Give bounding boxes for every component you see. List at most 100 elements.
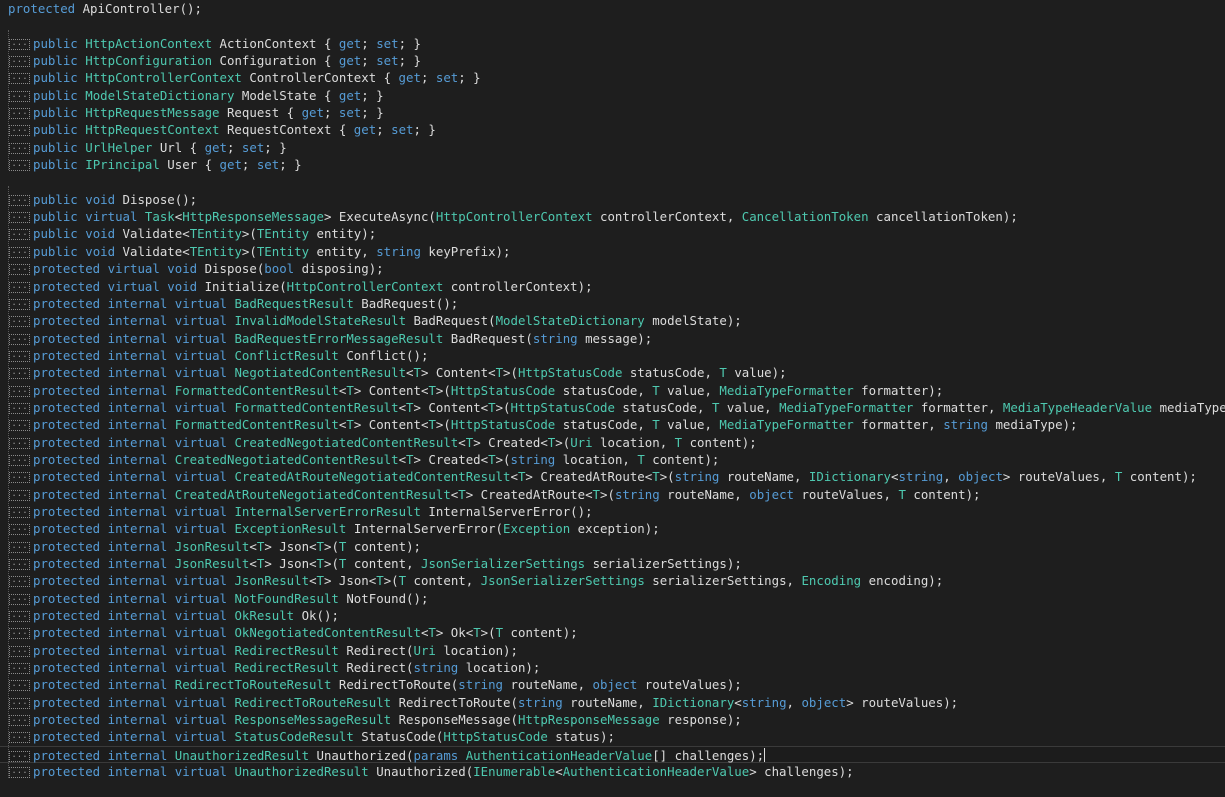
code-line[interactable]: ... protected virtual void Initialize(Htt… [0, 278, 1225, 295]
collapsed-fold-marker[interactable]: ... [9, 663, 30, 675]
code-line[interactable]: ... protected internal virtual OkNegotiat… [0, 624, 1225, 641]
keyword-token: set [435, 70, 459, 86]
collapsed-fold-marker[interactable]: ... [9, 420, 30, 432]
collapsed-fold-marker[interactable]: ... [9, 732, 30, 744]
code-line[interactable]: ... protected internal virtual Negotiated… [0, 364, 1225, 381]
text-token: entity); [309, 226, 377, 242]
blank-line[interactable] [0, 17, 1225, 34]
code-line[interactable]: ... protected internal virtual NotFoundRe… [0, 590, 1225, 607]
code-line[interactable]: ... protected internal virtual ExceptionR… [0, 520, 1225, 537]
code-line[interactable]: ... public UrlHelper Url { get; set; } [0, 139, 1225, 156]
code-line[interactable]: ... public void Validate<TEntity>(TEntity… [0, 225, 1225, 242]
collapsed-fold-marker[interactable]: ... [9, 125, 30, 137]
collapsed-fold-marker[interactable]: ... [9, 246, 30, 258]
collapsed-fold-marker[interactable]: ... [9, 559, 30, 570]
collapsed-fold-marker[interactable]: ... [9, 194, 30, 206]
code-line[interactable]: ... protected internal JsonResult< T> Json… [0, 555, 1225, 572]
collapsed-fold-marker[interactable]: ... [9, 697, 30, 709]
collapsed-fold-marker[interactable]: ... [9, 368, 30, 380]
collapsed-fold-marker[interactable]: ... [9, 593, 30, 605]
collapsed-fold-marker[interactable]: ... [9, 402, 30, 414]
collapsed-fold-marker[interactable]: ... [9, 90, 30, 102]
code-line[interactable]: ... public ModelStateDictionary ModelStat… [0, 87, 1225, 104]
collapsed-fold-marker[interactable]: ... [9, 454, 30, 466]
code-line[interactable]: ... public HttpControllerContext Controll… [0, 69, 1225, 86]
collapsed-fold-marker[interactable]: ... [9, 264, 30, 276]
text-token: InternalServerError( [346, 521, 504, 537]
code-line[interactable]: ... protected internal virtual RedirectRe… [0, 659, 1225, 676]
code-line[interactable]: ... protected internal virtual ResponseMe… [0, 711, 1225, 728]
collapsed-fold-marker[interactable]: ... [9, 472, 30, 484]
code-line[interactable]: ... protected internal virtual CreatedNeg… [0, 434, 1225, 451]
collapsed-fold-marker[interactable]: ... [9, 333, 30, 345]
code-line[interactable]: ... protected internal CreatedNegotiatedC… [0, 451, 1225, 468]
collapsed-fold-marker[interactable]: ... [9, 38, 30, 50]
collapsed-fold-marker[interactable]: ... [9, 229, 30, 241]
code-line[interactable]: ... protected internal virtual BadRequest… [0, 330, 1225, 347]
collapsed-fold-marker[interactable]: ... [9, 281, 30, 293]
code-line[interactable]: ... public virtual Task<HttpResponseMessa… [0, 208, 1225, 225]
code-line[interactable]: ... protected internal virtual OkResult O… [0, 607, 1225, 624]
code-line[interactable]: ... protected internal virtual Unauthoriz… [0, 763, 1225, 780]
collapsed-fold-marker[interactable]: ... [9, 73, 30, 85]
code-line[interactable]: ... protected internal virtual CreatedAtR… [0, 468, 1225, 485]
code-line[interactable]: ... public IPrincipal User { get; set; } [0, 156, 1225, 173]
code-line[interactable]: ... protected virtual void Dispose(bool d… [0, 260, 1225, 277]
collapsed-fold-marker[interactable]: ... [9, 350, 30, 362]
code-line[interactable]: ... public void Dispose(); [0, 191, 1225, 208]
type-token: StatusCodeResult [234, 729, 354, 745]
collapsed-fold-marker[interactable]: ... [9, 611, 30, 623]
collapsed-fold-marker[interactable]: ... [9, 316, 30, 328]
keyword-token: virtual [174, 365, 227, 381]
text-token: ; } [361, 105, 384, 121]
code-line[interactable]: ... protected internal virtual RedirectTo… [0, 694, 1225, 711]
code-line[interactable]: ... protected internal JsonResult< T> Json… [0, 538, 1225, 555]
keyword-token: virtual [174, 295, 227, 311]
code-line[interactable]: ... protected internal RedirectToRouteRes… [0, 676, 1225, 693]
collapsed-fold-marker[interactable]: ... [9, 212, 30, 224]
collapsed-fold-marker[interactable]: ... [9, 489, 30, 501]
code-line[interactable]: ... protected internal FormattedContentRe… [0, 416, 1225, 433]
collapsed-fold-marker[interactable]: ... [9, 385, 30, 397]
collapsed-fold-marker[interactable]: ... [9, 108, 30, 120]
collapsed-fold-marker[interactable]: ... [9, 56, 30, 68]
code-line[interactable]: ... protected internal virtual StatusCode… [0, 728, 1225, 745]
code-line[interactable]: ... public HttpRequestContext RequestCont… [0, 121, 1225, 138]
collapsed-fold-marker[interactable]: ... [9, 506, 30, 518]
code-line[interactable]: ... protected internal virtual JsonResult… [0, 572, 1225, 589]
keyword-token: public [33, 139, 78, 155]
code-line[interactable]: ... protected internal virtual RedirectRe… [0, 642, 1225, 659]
collapsed-fold-marker[interactable]: ... [9, 767, 30, 779]
blank-line[interactable] [0, 173, 1225, 190]
code-line[interactable]: ... public HttpRequestMessage Request { g… [0, 104, 1225, 121]
text-token: routeName, [659, 486, 750, 502]
code-text: public HttpRequestMessage Request { get;… [33, 104, 384, 121]
code-line[interactable]: ... protected internal CreatedAtRouteNego… [0, 486, 1225, 503]
collapsed-fold-marker[interactable]: ... [9, 298, 30, 310]
code-line[interactable]: ... public HttpActionContext ActionContex… [0, 35, 1225, 52]
collapsed-fold-marker[interactable]: ... [9, 628, 30, 640]
code-line[interactable]: ... public void Validate<TEntity>(TEntity… [0, 243, 1225, 260]
code-editor[interactable]: protected ApiController();... public Http… [0, 0, 1225, 780]
collapsed-fold-marker[interactable]: ... [9, 680, 30, 692]
code-line[interactable]: ... protected internal virtual ConflictRe… [0, 347, 1225, 364]
code-line[interactable]: ... protected internal virtual BadRequest… [0, 295, 1225, 312]
code-text: protected internal virtual JsonResult<T>… [33, 572, 943, 589]
collapsed-fold-marker[interactable]: ... [9, 437, 30, 449]
type-token: HttpConfiguration [85, 53, 213, 69]
code-line[interactable]: ... protected internal virtual InvalidMod… [0, 312, 1225, 329]
code-line[interactable]: ... protected internal FormattedContentRe… [0, 382, 1225, 399]
collapsed-fold-marker[interactable]: ... [9, 142, 30, 154]
code-line[interactable]: ... public HttpConfiguration Configuratio… [0, 52, 1225, 69]
collapsed-fold-marker[interactable]: ... [9, 576, 30, 588]
collapsed-fold-marker[interactable]: ... [9, 645, 30, 657]
collapsed-fold-marker[interactable]: ... [9, 524, 30, 536]
code-line[interactable]: protected ApiController(); [0, 0, 1225, 17]
code-line[interactable]: ... protected internal virtual InternalSe… [0, 503, 1225, 520]
collapsed-fold-marker[interactable]: ... [9, 715, 30, 727]
code-line[interactable]: ... protected internal virtual FormattedC… [0, 399, 1225, 416]
collapsed-fold-marker[interactable]: ... [9, 750, 30, 762]
collapsed-fold-marker[interactable]: ... [9, 160, 30, 172]
code-line[interactable]: ... protected internal UnauthorizedResult… [0, 745, 1225, 764]
collapsed-fold-marker[interactable]: ... [9, 541, 30, 553]
